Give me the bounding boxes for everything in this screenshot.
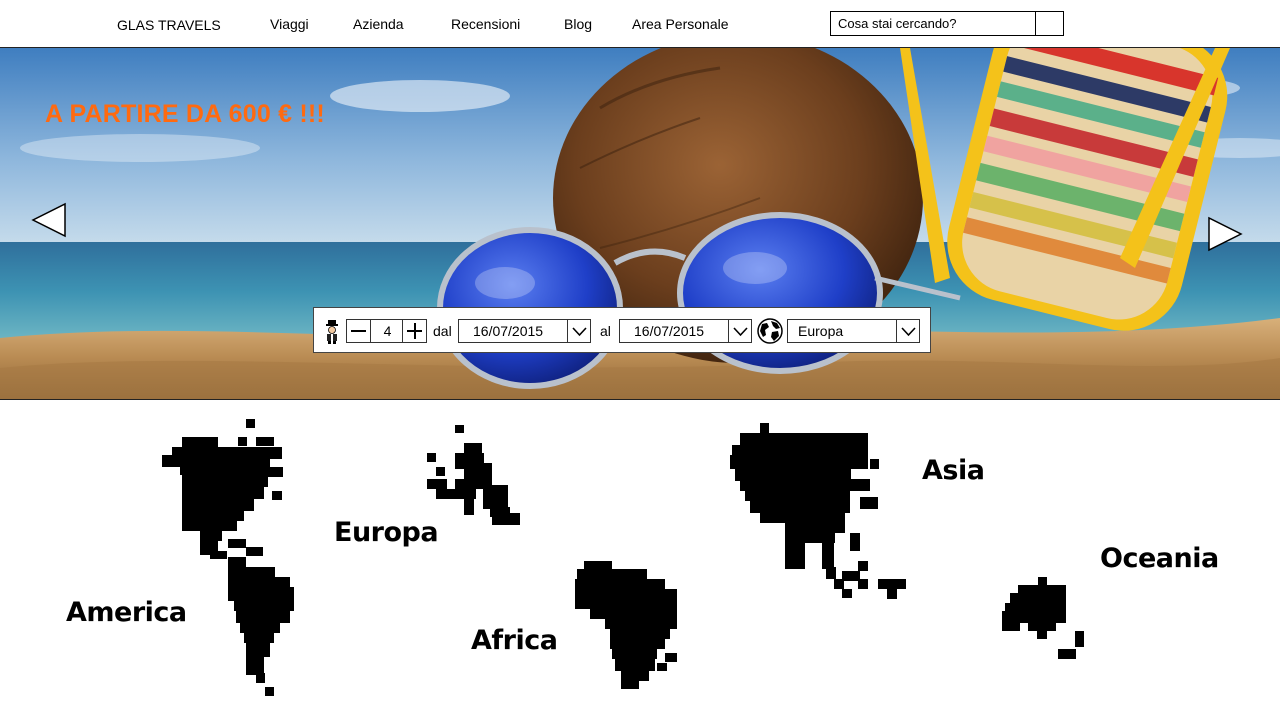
nav-link-recensioni[interactable]: Recensioni [451,16,520,32]
from-label: dal [433,323,452,339]
booking-search-bar: 4 dal 16/07/2015 al 16/07/2015 Europa [313,307,931,353]
travelers-count[interactable]: 4 [377,323,398,339]
to-date-dropdown-button[interactable] [728,320,751,342]
next-slide-arrow-icon[interactable] [1207,216,1243,252]
continent-label-europa[interactable]: Europa [334,517,439,548]
to-date-value: 16/07/2015 [634,323,705,339]
continent-label-america[interactable]: America [66,597,187,628]
nav-link-azienda[interactable]: Azienda [353,16,404,32]
from-date-dropdown-button[interactable] [567,320,590,342]
asia-shape[interactable] [730,423,906,599]
nav-link-viaggi[interactable]: Viaggi [270,16,309,32]
world-map-graphic [162,419,1084,696]
continent-label-africa[interactable]: Africa [471,625,558,656]
search-box [830,11,1064,36]
prev-slide-arrow-icon[interactable] [31,202,67,238]
plus-button[interactable] [402,320,426,342]
plus-icon [413,323,416,339]
destination-dropdown-button[interactable] [896,320,919,342]
to-label: al [600,323,611,339]
north-america-shape[interactable] [162,419,283,559]
africa-shape[interactable] [575,561,677,689]
to-date-picker[interactable]: 16/07/2015 [619,319,752,343]
continent-label-oceania[interactable]: Oceania [1100,543,1219,574]
europe-shape[interactable] [427,425,520,525]
destination-select[interactable]: Europa [787,319,920,343]
minus-button[interactable] [347,320,371,342]
nav-link-area-personale[interactable]: Area Personale [632,16,729,32]
world-map: America Europa Africa Asia Oceania [0,401,1280,720]
travelers-stepper: 4 [346,319,427,343]
oceania-shape[interactable] [1002,577,1084,659]
from-date-picker[interactable]: 16/07/2015 [458,319,591,343]
person-icon [326,320,338,344]
globe-icon [757,318,783,344]
chevron-down-icon [901,327,916,337]
nav-link-blog[interactable]: Blog [564,16,592,32]
search-button[interactable] [1035,12,1063,35]
brand-logo[interactable]: GLAS TRAVELS [117,17,221,33]
chevron-down-icon [733,327,748,337]
south-america-shape[interactable] [228,557,294,696]
chevron-down-icon [572,327,587,337]
destination-value: Europa [798,323,844,339]
from-date-value: 16/07/2015 [473,323,544,339]
hero-banner: A PARTIRE DA 600 € !!! 4 dal 16/07/2015 … [0,48,1280,400]
top-navigation: GLAS TRAVELS Viaggi Azienda Recensioni B… [0,0,1280,48]
search-input[interactable] [831,12,1035,35]
minus-icon [351,330,366,332]
promo-headline: A PARTIRE DA 600 € !!! [45,100,325,128]
continent-label-asia[interactable]: Asia [922,455,985,486]
